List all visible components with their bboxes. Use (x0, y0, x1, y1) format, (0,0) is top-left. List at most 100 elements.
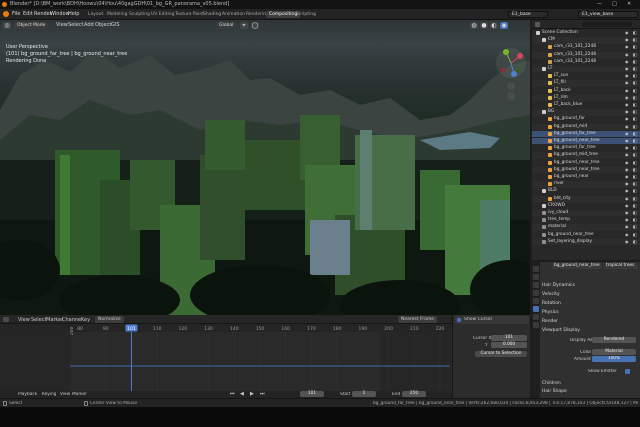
outliner-row[interactable]: LT_back_blue ◉ ◧ (532, 102, 640, 108)
output-props-tab-icon[interactable] (533, 274, 539, 280)
show-emitter-checkbox[interactable] (625, 369, 630, 374)
outliner-row[interactable]: bg_ground_near_tree ◉ ◧ (532, 138, 640, 145)
snap-dropdown[interactable]: Nearest Frame (398, 316, 437, 323)
menu-window[interactable]: Window (50, 11, 70, 17)
start-frame-field[interactable]: 1 (352, 391, 376, 397)
vp-menu-view[interactable]: View (56, 21, 68, 30)
visibility-toggle-icon[interactable]: ◉ ◧ (625, 232, 638, 238)
object-mode-dropdown[interactable]: Object Mode (14, 22, 49, 29)
visibility-toggle-icon[interactable]: ◉ ◧ (625, 116, 638, 122)
section-physics[interactable]: Physics (542, 309, 638, 316)
marker-menu[interactable]: Marker (72, 392, 87, 397)
section-hair-shape[interactable]: Hair Shape (542, 388, 638, 395)
visibility-toggle-icon[interactable]: ◉ ◧ (625, 217, 638, 223)
vp-menu-add[interactable]: Add (84, 21, 94, 30)
outliner-row[interactable]: bg_ground_near_tree ◉ ◧ (532, 166, 640, 174)
particle-system-field[interactable]: tropical trees (604, 263, 638, 269)
outliner-row[interactable]: LT ◉ ◧ (532, 66, 640, 73)
vp-menu-select[interactable]: Select (68, 21, 83, 30)
outliner-row[interactable]: cam_r33_101_2248 ◉ ◧ (532, 51, 640, 58)
outliner-row[interactable]: CROWD ◉ ◧ (532, 203, 640, 209)
vp-menu-gis[interactable]: GIS (111, 21, 120, 30)
timeline-editor-type-icon[interactable] (3, 317, 9, 322)
normalize-toggle[interactable]: Normalize (95, 316, 124, 323)
outliner-row[interactable]: LT_rim ◉ ◧ (532, 94, 640, 102)
properties-editor[interactable]: bg_ground_near_tree tropical trees Hair … (532, 262, 640, 398)
tl-menu-select[interactable]: Select (31, 317, 46, 323)
visibility-toggle-icon[interactable]: ◉ ◧ (625, 203, 638, 209)
outliner-search-input[interactable] (582, 22, 632, 27)
outliner-row[interactable]: CM ◉ ◧ (532, 37, 640, 44)
visibility-toggle-icon[interactable]: ◉ ◧ (625, 181, 638, 187)
outliner-row[interactable]: bg_ground_far_tree ◉ ◧ (532, 145, 640, 151)
visibility-toggle-icon[interactable]: ◉ ◧ (625, 174, 638, 180)
outliner-row[interactable]: bg_ground_far ◉ ◧ (532, 116, 640, 122)
visibility-toggle-icon[interactable]: ◉ ◧ (625, 88, 638, 94)
timeline-editor[interactable]: View Select Marker Channel Key Normalize… (0, 315, 452, 398)
outliner-row[interactable]: cam_r33_101_2248 ◉ ◧ (532, 44, 640, 50)
jump-start-icon[interactable]: ⏮ (230, 391, 235, 397)
section-viewport-display[interactable]: Viewport Display (542, 327, 638, 334)
minimize-button[interactable]: — (597, 1, 602, 7)
outliner-row[interactable]: tree_temp ◉ ◧ (532, 217, 640, 223)
section-hair-dynamics[interactable]: Hair Dynamics (542, 282, 638, 289)
outliner-row[interactable]: LT_fill ◉ ◧ (532, 80, 640, 87)
maximize-button[interactable]: □ (612, 1, 617, 7)
vp-menu-object[interactable]: Object (95, 21, 111, 30)
timeline-ruler[interactable]: 80 90 101 110 120 130 140 150 160 170 180 190 200 210… (0, 324, 452, 332)
tl-menu-key[interactable]: Key (81, 317, 90, 323)
menu-edit[interactable]: Edit (23, 11, 33, 17)
current-frame-field[interactable]: 101 (300, 391, 324, 397)
outliner-row[interactable]: bg_ground_far_tree ◉ ◧ (532, 130, 640, 138)
visibility-toggle-icon[interactable]: ◉ ◧ (625, 131, 638, 137)
visibility-toggle-icon[interactable]: ◉ ◧ (625, 196, 638, 202)
outliner-row[interactable]: bg_ground_mid_tree ◉ ◧ (532, 152, 640, 159)
visibility-toggle-icon[interactable]: ◉ ◧ (625, 239, 638, 245)
outliner-row[interactable]: bg_ground_near_tree ◉ ◧ (532, 160, 640, 166)
snap-icon[interactable]: ⌖ (240, 22, 248, 29)
material-props-tab-icon[interactable] (533, 322, 539, 328)
play-reverse-icon[interactable]: ◀ (240, 391, 244, 397)
display-as-dropdown[interactable]: Rendered (592, 337, 636, 343)
tl-menu-channel[interactable]: Channel (62, 317, 83, 323)
outliner-row[interactable]: LT_sun ◉ ◧ (532, 73, 640, 79)
outliner-row[interactable]: material ◉ ◧ (532, 224, 640, 231)
visibility-toggle-icon[interactable]: ◉ ◧ (625, 73, 638, 79)
render-props-tab-icon[interactable] (533, 266, 539, 272)
outliner-row[interactable]: cam_r33_101_2248 ◉ ◧ (532, 59, 640, 65)
transform-orientation-dropdown[interactable]: Global (216, 22, 237, 29)
visibility-toggle-icon[interactable]: ◉ ◧ (625, 80, 638, 86)
visibility-toggle-icon[interactable]: ◉ ◧ (625, 188, 638, 194)
visibility-toggle-icon[interactable]: ◉ ◧ (625, 66, 638, 72)
scene-selector[interactable]: E1_base (508, 11, 548, 18)
show-cursor-checkbox[interactable] (457, 318, 461, 322)
outliner-row[interactable]: bg_ground_mid ◉ ◧ (532, 123, 640, 130)
viewport-shading-wire-icon[interactable]: ◍ (470, 22, 478, 29)
visibility-toggle-icon[interactable]: ◉ ◧ (625, 160, 638, 166)
jump-end-icon[interactable]: ⏭ (260, 391, 265, 397)
visibility-toggle-icon[interactable]: ◉ ◧ (625, 44, 638, 50)
menu-file[interactable]: File (12, 11, 20, 17)
proportional-edit-icon[interactable]: ◯ (251, 22, 259, 29)
editor-type-icon[interactable]: ◎ (3, 22, 11, 29)
blender-menu-icon[interactable] (3, 11, 9, 17)
outliner-row[interactable]: bg_ground_near_tree ◉ ◧ (532, 232, 640, 238)
visibility-toggle-icon[interactable]: ◉ ◧ (625, 95, 638, 101)
section-render[interactable]: Render (542, 318, 638, 325)
visibility-toggle-icon[interactable]: ◉ ◧ (625, 138, 638, 144)
show-cursor-panel-header[interactable]: Show Cursor (455, 316, 529, 324)
outliner-filter-icon[interactable] (535, 22, 540, 27)
cursor-to-selection-button[interactable]: Cursor to Selection (475, 351, 527, 357)
navigation-gizmo[interactable] (494, 46, 528, 106)
object-props-tab-icon[interactable] (533, 290, 539, 296)
outliner-row[interactable]: Scene Collection ◉ ◧ (532, 30, 640, 36)
section-children[interactable]: Children (542, 380, 638, 387)
timeline-graph[interactable] (0, 332, 452, 398)
outliner-row[interactable]: BG ◉ ◧ (532, 109, 640, 116)
menu-help[interactable]: Help (68, 11, 79, 17)
viewport-shading-material-icon[interactable]: ◐ (490, 22, 498, 29)
scene-props-tab-icon[interactable] (533, 282, 539, 288)
outliner-row[interactable]: bg_ground_near ◉ ◧ (532, 174, 640, 180)
cursor-y-field[interactable]: 0.000 (491, 342, 527, 348)
playback-menu[interactable]: Playback (18, 392, 37, 397)
